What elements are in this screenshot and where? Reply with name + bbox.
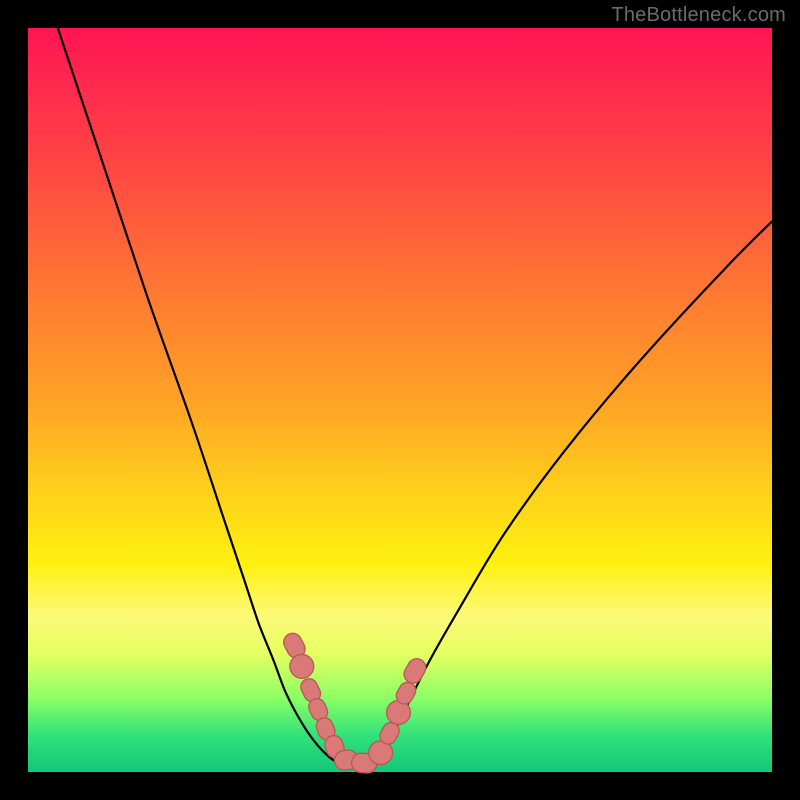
plot-area [28,28,772,772]
marker-dot [290,655,314,679]
marker-pill [401,655,429,686]
curve-layer [28,28,772,772]
marker-group [281,630,429,773]
watermark-text: TheBottleneck.com [611,4,786,27]
right-curve [370,221,772,764]
chart-frame: TheBottleneck.com [0,0,800,800]
